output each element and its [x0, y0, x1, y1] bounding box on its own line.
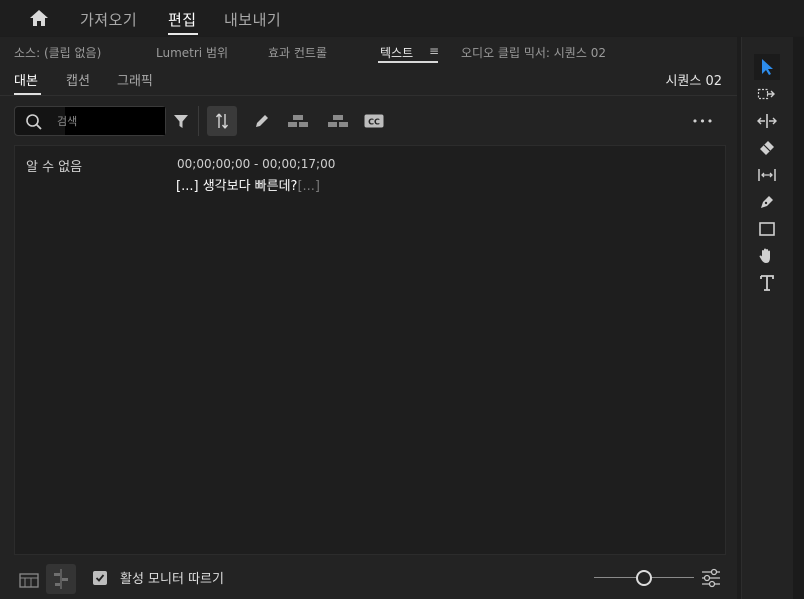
active-panel-tab-indicator — [378, 61, 438, 63]
footer-bar — [0, 560, 737, 599]
tab-lumetri-scopes[interactable]: Lumetri 범위 — [156, 44, 228, 61]
panel-edge — [793, 37, 804, 599]
toolbar-divider — [198, 106, 199, 136]
sequence-name: 시퀀스 02 — [665, 74, 722, 89]
tab-text[interactable]: 텍스트 — [380, 44, 413, 61]
transcript-text[interactable]: 생각보다 빠른데? — [203, 179, 298, 194]
filter-icon[interactable] — [166, 106, 196, 136]
segment-timecode: 00;00;00;00 - 00;00;17;00 — [177, 157, 336, 171]
sequence-transcript-icon[interactable] — [46, 564, 76, 594]
subtab-transcript[interactable]: 대본 — [14, 70, 38, 89]
leading-ellipsis: [...] — [176, 179, 199, 194]
workspace-tab-import[interactable]: 가져오기 — [80, 9, 137, 30]
panel-menu-icon[interactable]: ≡ — [429, 44, 439, 58]
tab-audio-clip-mixer[interactable]: 오디오 클립 믹서: 시퀀스 02 — [461, 44, 606, 61]
svg-text:CC: CC — [368, 118, 380, 127]
subtab-captions[interactable]: 캡션 — [66, 70, 90, 89]
active-workspace-indicator — [168, 33, 198, 35]
search-icon — [25, 113, 43, 135]
subtab-graphics[interactable]: 그래픽 — [117, 70, 153, 89]
selection-icon[interactable] — [754, 54, 780, 80]
follow-monitor-checkbox[interactable] — [93, 571, 107, 585]
workspace-tab-edit[interactable]: 편집 — [168, 9, 197, 30]
merge-segments-icon[interactable] — [283, 106, 313, 136]
search-input-area[interactable] — [65, 107, 165, 135]
split-segment-icon[interactable] — [323, 106, 353, 136]
pen-icon[interactable] — [754, 189, 780, 215]
transcript-segment[interactable]: [...] 생각보다 빠른데?[...] — [176, 175, 320, 194]
tab-source[interactable]: 소스: (클립 없음) — [14, 44, 101, 61]
tab-effect-controls[interactable]: 효과 컨트롤 — [268, 44, 327, 61]
trailing-ellipsis: [...] — [297, 179, 320, 194]
speaker-label[interactable]: 알 수 없음 — [26, 156, 82, 175]
divider — [0, 95, 737, 96]
rectangle-icon[interactable] — [754, 216, 780, 242]
search-placeholder: 검색 — [57, 115, 78, 128]
workspace-tab-export[interactable]: 내보내기 — [224, 9, 281, 30]
ripple-edit-icon[interactable] — [754, 108, 780, 134]
sync-scroll-icon[interactable] — [207, 106, 237, 136]
type-icon[interactable] — [754, 270, 780, 296]
zoom-slider-thumb[interactable] — [636, 570, 652, 586]
home-icon[interactable] — [28, 8, 50, 28]
hand-icon[interactable] — [754, 243, 780, 269]
sliders-settings-icon[interactable] — [700, 568, 722, 592]
search-field[interactable]: 검색 — [14, 106, 166, 136]
follow-monitor-label[interactable]: 활성 모니터 따르기 — [120, 568, 224, 587]
pencil-icon[interactable] — [247, 106, 277, 136]
create-captions-icon[interactable]: CC — [359, 106, 389, 136]
slip-icon[interactable] — [754, 162, 780, 188]
transcribe-sequence-icon[interactable] — [14, 564, 44, 594]
transcript-area — [14, 145, 726, 555]
more-options-icon[interactable]: ••• — [688, 106, 718, 136]
razor-icon[interactable] — [754, 135, 780, 161]
track-select-icon[interactable] — [754, 81, 780, 107]
